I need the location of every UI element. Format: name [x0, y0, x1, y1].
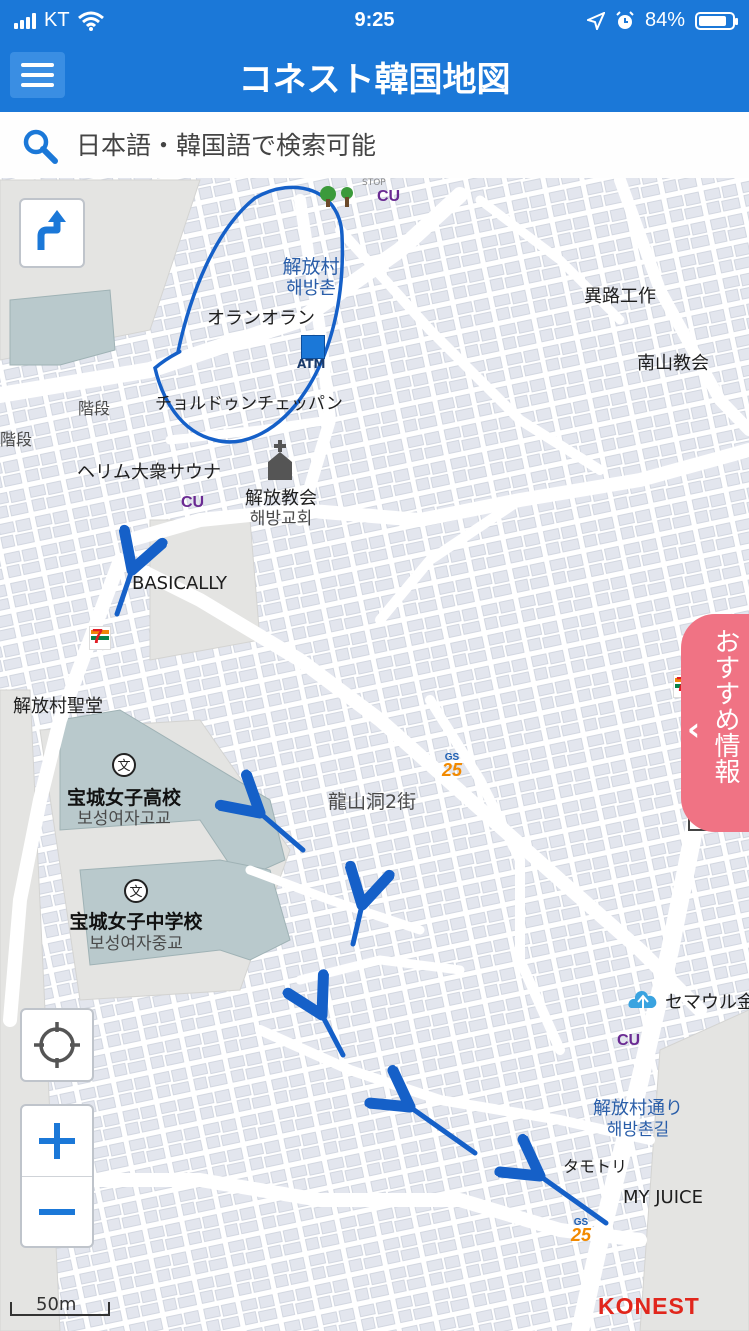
- battery-icon: [695, 11, 738, 30]
- scale-bar: 50m: [10, 1294, 112, 1316]
- battery-percent: 84%: [644, 9, 685, 31]
- plus-icon: [39, 1123, 75, 1159]
- minus-icon: [39, 1209, 75, 1215]
- atm-icon[interactable]: [301, 335, 325, 359]
- label-seido: 解放村聖堂: [13, 696, 103, 717]
- app-title: コネスト韓国地図: [238, 60, 511, 100]
- alarm-icon: [616, 10, 634, 29]
- scale-label: 50m: [36, 1294, 77, 1315]
- bank-icon[interactable]: [628, 986, 658, 1014]
- route-arrow-icon: [37, 210, 66, 250]
- konest-logo: KONEST: [598, 1293, 700, 1319]
- label-my-juice: MY JUICE: [623, 1187, 703, 1208]
- svg-text:文: 文: [129, 885, 142, 900]
- tree-icon[interactable]: [340, 187, 354, 207]
- label-yongsan-2ga: 龍山洞2街: [328, 791, 417, 813]
- school-icon[interactable]: 文: [123, 878, 149, 904]
- zoom-controls: [20, 1104, 94, 1248]
- cu-label: CU: [617, 1032, 641, 1049]
- search-input[interactable]: [76, 128, 676, 162]
- zoom-in-button[interactable]: [22, 1106, 92, 1177]
- church-icon[interactable]: [266, 440, 294, 480]
- label-stairs-2: 階段: [0, 430, 33, 449]
- label-girls-middle-ko: 보성여자중교: [89, 934, 183, 954]
- locate-button[interactable]: [20, 1008, 94, 1082]
- status-right-group: 84%: [586, 9, 738, 32]
- svg-text:文: 文: [117, 759, 130, 774]
- label-iro-kosaku: 異路工作: [584, 286, 656, 307]
- location-arrow-icon: [586, 11, 605, 30]
- battery-fill: [699, 15, 726, 26]
- cu-label: CU: [377, 188, 401, 205]
- recommend-label: おすすめ情報: [710, 628, 740, 784]
- label-basically: BASICALLY: [132, 573, 227, 594]
- school-icon[interactable]: 文: [111, 752, 137, 778]
- gs-number: 25: [442, 760, 463, 780]
- recommend-tab[interactable]: ‹ おすすめ情報: [681, 614, 749, 832]
- label-chol: チョルドゥンチェッパン: [155, 394, 343, 414]
- cu-store-icon[interactable]: CU: [181, 494, 204, 512]
- gs-number: 25: [571, 1225, 592, 1245]
- search-bar: [0, 112, 749, 179]
- gs25-store-icon[interactable]: GS 25: [442, 752, 463, 780]
- tree-icon[interactable]: [316, 185, 340, 207]
- cu-store-icon[interactable]: CU: [617, 1032, 640, 1050]
- search-icon[interactable]: [22, 128, 58, 164]
- cu-store-icon[interactable]: CU: [377, 188, 400, 206]
- label-oranoran: オランオラン: [207, 308, 315, 329]
- label-atm: ATM: [297, 357, 326, 371]
- label-namsan-church: 南山教会: [637, 353, 709, 374]
- app-bar: コネスト韓国地図: [0, 40, 749, 112]
- route-button[interactable]: [19, 198, 85, 268]
- label-tamotori: タモトリ: [563, 1157, 628, 1176]
- label-stairs-1: 階段: [78, 399, 111, 418]
- chevron-left-icon: ‹: [687, 710, 701, 748]
- label-saemaul: セマウル金: [665, 992, 749, 1013]
- cu-label: CU: [181, 494, 205, 511]
- label-stop-sign: STOP: [362, 178, 386, 188]
- gs25-store-icon[interactable]: GS 25: [571, 1217, 592, 1245]
- label-girls-high-ko: 보성여자고교: [77, 809, 171, 829]
- seven-eleven-icon[interactable]: 7: [89, 626, 111, 650]
- seven-label: 7: [92, 626, 104, 648]
- status-bar: KT 9:25 84%: [0, 0, 749, 40]
- zoom-out-button[interactable]: [22, 1177, 92, 1246]
- crosshair-icon: [34, 1022, 80, 1068]
- label-helim-sauna: ヘリム大衆サウナ: [77, 462, 221, 483]
- label-church-ko: 해방교회: [249, 509, 313, 529]
- label-haebangchon-street-ko: 해방촌길: [606, 1120, 670, 1140]
- label-haebangchon-ko: 해방촌: [286, 278, 336, 299]
